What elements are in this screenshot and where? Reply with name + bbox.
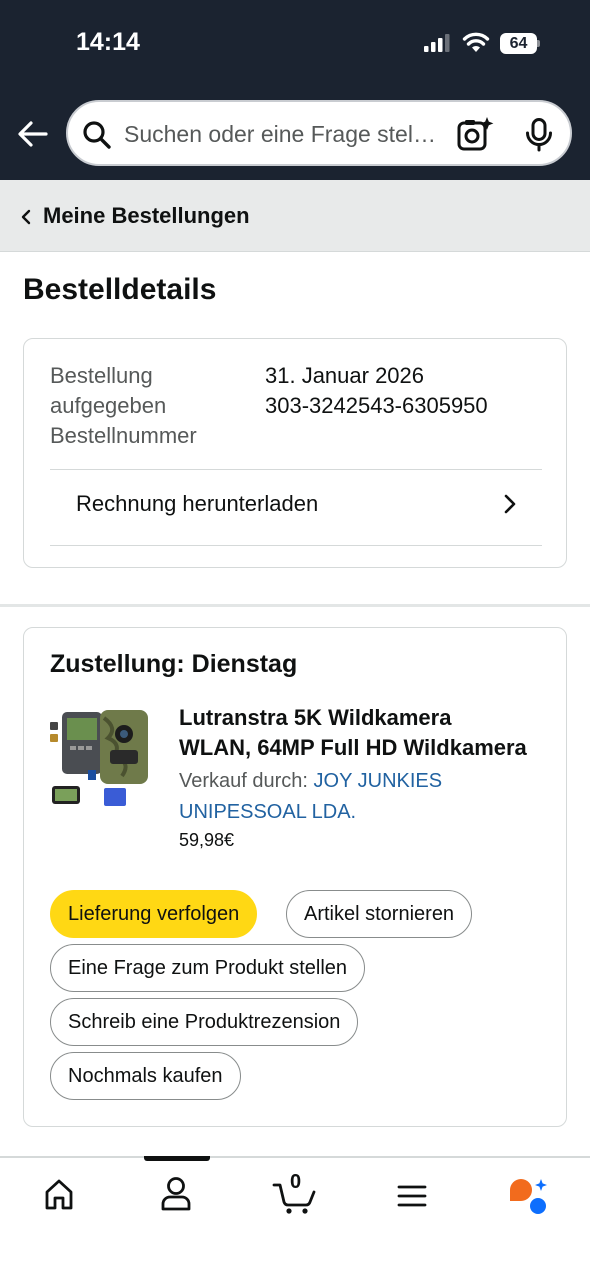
seller-info: Verkauf durch: JOY JUNKIES UNIPESSOAL LD…: [179, 766, 539, 828]
section-divider: [0, 604, 590, 607]
order-labels: Bestellung aufgegeben Bestellnummer: [50, 361, 250, 451]
wifi-icon: [462, 32, 490, 52]
delivery-title: Zustellung: Dienstag: [50, 650, 298, 678]
product-image[interactable]: [48, 706, 154, 810]
product-price: 59,98€: [179, 830, 235, 850]
product-title-line[interactable]: WLAN, 64MP Full HD Wildkamera: [179, 733, 539, 763]
order-number-label: Bestellnummer: [50, 423, 197, 448]
order-info-card: Bestellung aufgegeben Bestellnummer 31. …: [23, 338, 567, 568]
status-bar: 14:14 64: [0, 0, 590, 90]
chevron-left-icon: [21, 209, 31, 225]
account-icon[interactable]: [160, 1176, 192, 1212]
order-number: 303-3242543-6305950: [265, 393, 488, 418]
battery-tip: [537, 40, 540, 47]
track-delivery-button[interactable]: Lieferung verfolgen: [50, 890, 258, 938]
product-title[interactable]: Lutranstra 5K Wildkamera WLAN, 64MP Full…: [179, 703, 539, 763]
order-placed-label: Bestellung aufgegeben: [50, 363, 167, 418]
battery-level: 64: [500, 33, 537, 54]
divider: [50, 545, 542, 546]
camera-search-icon[interactable]: [456, 116, 494, 152]
delivery-card: Zustellung: Dienstag Lutranstra 5K Wildk…: [23, 627, 567, 1127]
ask-question-button[interactable]: Eine Frage zum Produkt stellen: [50, 944, 366, 992]
cart-icon[interactable]: [272, 1182, 318, 1214]
product-title-line[interactable]: Lutranstra 5K Wildkamera: [179, 703, 539, 733]
battery-indicator: 64: [500, 33, 540, 54]
rufus-assistant-icon[interactable]: [507, 1178, 549, 1214]
microphone-icon[interactable]: [524, 118, 554, 152]
buy-again-button[interactable]: Nochmals kaufen: [50, 1052, 241, 1100]
order-placed-date: 31. Januar 2026: [265, 363, 425, 388]
chevron-right-icon[interactable]: [503, 493, 517, 515]
search-bar[interactable]: Suchen oder eine Frage stellen: [66, 100, 572, 166]
order-values: 31. Januar 2026 303-3242543-6305950: [265, 361, 488, 421]
divider: [50, 469, 542, 470]
menu-icon[interactable]: [397, 1184, 427, 1208]
back-arrow-icon[interactable]: [16, 117, 50, 151]
search-input[interactable]: Suchen oder eine Frage stellen: [124, 121, 440, 148]
cancel-item-button[interactable]: Artikel stornieren: [286, 890, 473, 938]
home-icon[interactable]: [43, 1178, 75, 1212]
status-time: 14:14: [76, 28, 140, 56]
bottom-navigation: 0: [0, 1156, 590, 1280]
seller-prefix: Verkauf durch:: [179, 770, 314, 792]
search-icon: [83, 121, 111, 149]
breadcrumb[interactable]: Meine Bestellungen: [0, 180, 590, 252]
search-header: Suchen oder eine Frage stellen: [0, 90, 590, 180]
active-tab-indicator: [144, 1156, 210, 1161]
page-title: Bestelldetails: [23, 273, 217, 306]
cellular-signal-icon: [424, 34, 450, 52]
download-invoice-link[interactable]: Rechnung herunterladen: [76, 491, 318, 517]
breadcrumb-label[interactable]: Meine Bestellungen: [43, 203, 250, 229]
write-review-button[interactable]: Schreib eine Produktrezension: [50, 998, 359, 1046]
